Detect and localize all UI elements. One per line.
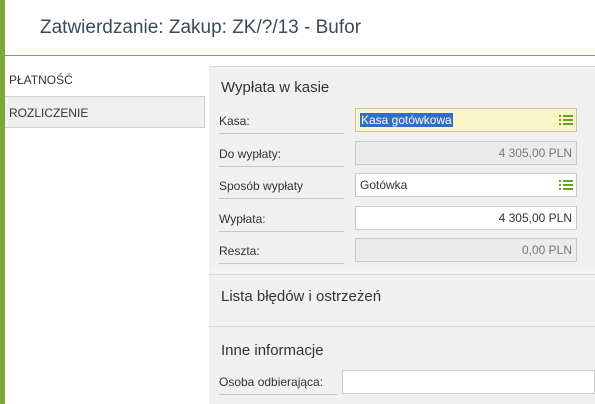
side-nav: PŁATNOŚĆ ROZLICZENIE <box>5 64 205 128</box>
kasa-value: Kasa gotówkowa <box>360 113 453 127</box>
accent-bar <box>0 0 5 404</box>
sposob-wyplaty-label: Sposób wypłaty <box>219 179 344 199</box>
other-info-section-title: Inne informacje <box>221 342 324 359</box>
sposob-wyplaty-field[interactable]: Gotówka <box>355 173 577 197</box>
wyplata-field[interactable]: 4 305,00 PLN <box>355 206 577 230</box>
main-panel: Wypłata w kasie Kasa: Kasa gotówkowa Do … <box>209 66 595 404</box>
osoba-odbierajaca-field[interactable] <box>342 370 595 394</box>
other-info-section: Inne informacje Osoba odbierająca: <box>209 326 595 404</box>
nav-item-rozliczenie[interactable]: ROZLICZENIE <box>5 96 205 128</box>
errors-section-title: Lista błędów i ostrzeżeń <box>221 288 382 305</box>
sposob-wyplaty-value: Gotówka <box>360 178 408 192</box>
reszta-field: 0,00 PLN <box>355 238 577 262</box>
kasa-field[interactable]: Kasa gotówkowa <box>355 108 577 132</box>
list-icon[interactable] <box>559 180 573 191</box>
payout-section-title: Wypłata w kasie <box>221 79 330 96</box>
do-wyplaty-field: 4 305,00 PLN <box>355 141 577 165</box>
list-icon[interactable] <box>559 115 573 126</box>
do-wyplaty-label: Do wypłaty: <box>219 147 344 167</box>
errors-section: Lista błędów i ostrzeżeń <box>209 274 595 322</box>
payout-section: Wypłata w kasie Kasa: Kasa gotówkowa Do … <box>209 66 595 270</box>
nav-item-platnosc[interactable]: PŁATNOŚĆ <box>5 64 205 96</box>
reszta-label: Reszta: <box>219 244 344 264</box>
title-bar: Zatwierdzanie: Zakup: ZK/?/13 - Bufor <box>5 0 595 56</box>
kasa-label: Kasa: <box>219 114 344 134</box>
wyplata-label: Wypłata: <box>219 212 344 232</box>
osoba-odbierajaca-label: Osoba odbierająca: <box>219 375 337 395</box>
window-title: Zatwierdzanie: Zakup: ZK/?/13 - Bufor <box>40 17 362 38</box>
